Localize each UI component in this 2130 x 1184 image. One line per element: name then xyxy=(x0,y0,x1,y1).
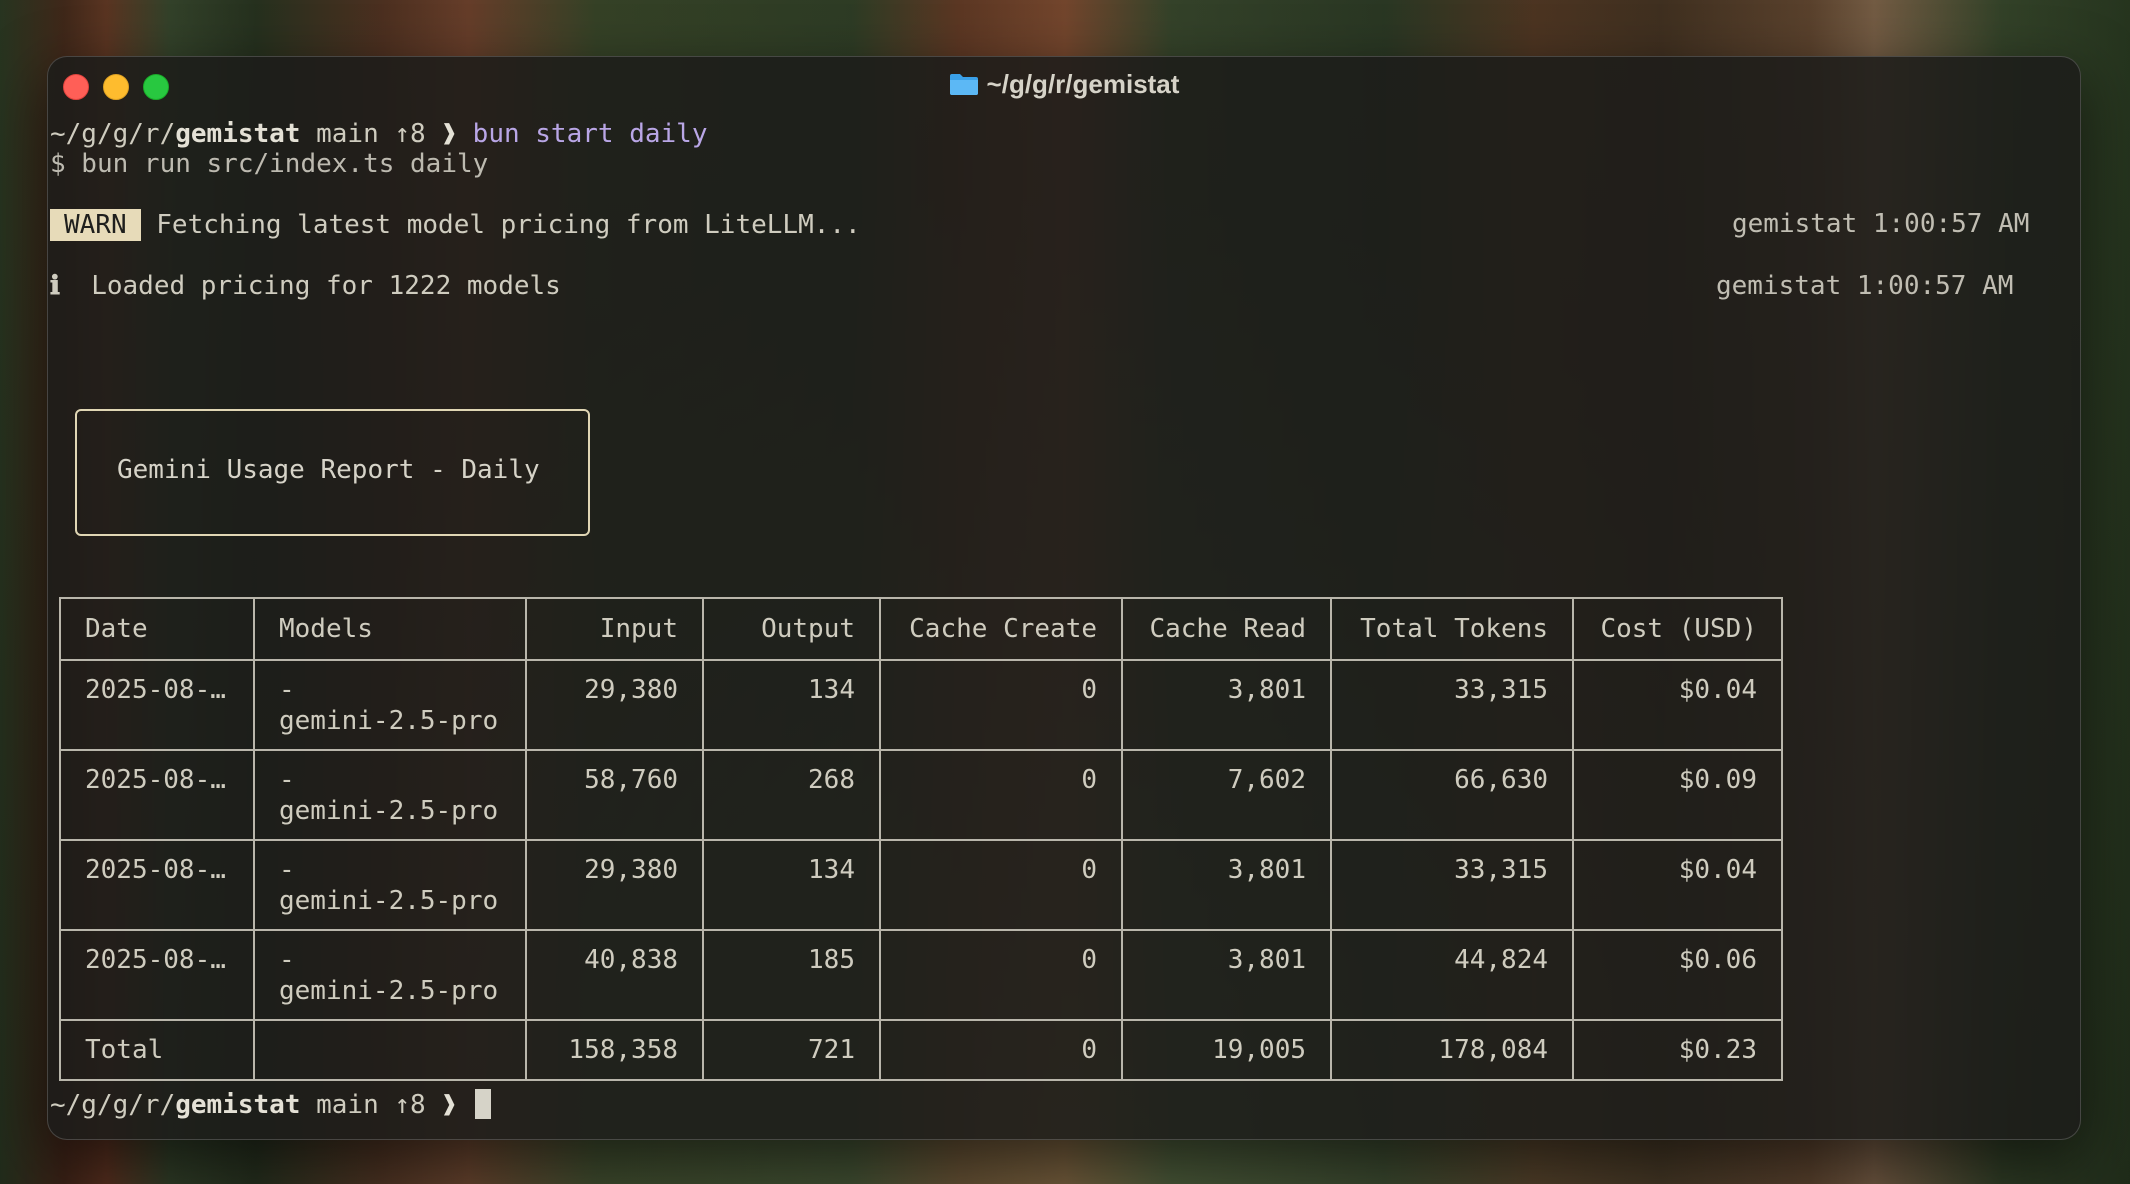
table-row: 2025-08-… - gemini-2.5-pro 29,380 134 0 3… xyxy=(59,659,1783,751)
cell-total-output: 721 xyxy=(702,1019,881,1081)
table-row: 2025-08-… - gemini-2.5-pro 58,760 268 0 7… xyxy=(59,749,1783,841)
prompt-line-current[interactable]: ~/g/g/r/gemistat main ↑8 ❱ xyxy=(50,1089,491,1121)
cell-date: 2025-08-… xyxy=(59,929,255,1021)
report-title: Gemini Usage Report - Daily xyxy=(117,455,540,485)
cell-input: 58,760 xyxy=(525,749,704,841)
cell-output: 185 xyxy=(702,929,881,1021)
exec-line: $ bun run src/index.ts daily xyxy=(50,149,489,179)
cell-cache-create: 0 xyxy=(879,929,1123,1021)
cell-cache-create: 0 xyxy=(879,659,1123,751)
text-cursor xyxy=(474,1089,491,1119)
cell-total-tokens: 33,315 xyxy=(1330,839,1574,931)
cell-cache-read: 3,801 xyxy=(1121,839,1332,931)
cell-cache-read: 7,602 xyxy=(1121,749,1332,841)
cell-input: 40,838 xyxy=(525,929,704,1021)
cell-models: - gemini-2.5-pro xyxy=(253,749,527,841)
prompt-arrow: ❱ xyxy=(441,119,458,149)
prompt-dir: gemistat xyxy=(175,119,301,149)
model-dash: - xyxy=(279,945,295,975)
warn-timestamp: gemistat 1:00:57 AM xyxy=(1732,209,2030,239)
cell-total-cost: $0.23 xyxy=(1572,1019,1783,1081)
prompt-line: ~/g/g/r/gemistat main ↑8 ❱ bun start dai… xyxy=(50,119,707,150)
cell-cost: $0.04 xyxy=(1572,839,1783,931)
cell-total-cache-create: 0 xyxy=(879,1019,1123,1081)
warn-badge: WARN xyxy=(50,209,141,241)
info-icon: ℹ xyxy=(50,271,60,301)
cell-date: 2025-08-… xyxy=(59,749,255,841)
cell-total-tokens: 33,315 xyxy=(1330,659,1574,751)
prompt-branch: main ↑8 xyxy=(300,119,442,149)
cell-models: - gemini-2.5-pro xyxy=(253,659,527,751)
prompt-command: bun start daily xyxy=(457,119,708,149)
table-row: 2025-08-… - gemini-2.5-pro 40,838 185 0 3… xyxy=(59,929,1783,1021)
cell-cache-create: 0 xyxy=(879,749,1123,841)
model-name: gemini-2.5-pro xyxy=(279,796,499,826)
cell-cache-read: 3,801 xyxy=(1121,929,1332,1021)
cell-cache-read: 3,801 xyxy=(1121,659,1332,751)
terminal-window[interactable]: ~/g/g/r/gemistat ~/g/g/r/gemistat main ↑… xyxy=(47,56,2081,1140)
table-row: 2025-08-… - gemini-2.5-pro 29,380 134 0 3… xyxy=(59,839,1783,931)
cell-output: 134 xyxy=(702,659,881,751)
window-title-text: ~/g/g/r/gemistat xyxy=(986,69,1180,99)
window-title: ~/g/g/r/gemistat xyxy=(48,69,2080,100)
title-bar[interactable]: ~/g/g/r/gemistat xyxy=(48,57,2080,113)
cell-cost: $0.06 xyxy=(1572,929,1783,1021)
cell-total-tokens: 44,824 xyxy=(1330,929,1574,1021)
warn-line: WARN Fetching latest model pricing from … xyxy=(50,209,861,241)
cell-total-input: 158,358 xyxy=(525,1019,704,1081)
model-name: gemini-2.5-pro xyxy=(279,706,499,736)
header-date: Date xyxy=(59,597,255,661)
info-message: Loaded pricing for 1222 models xyxy=(91,271,561,301)
cell-date: 2025-08-… xyxy=(59,659,255,751)
cell-input: 29,380 xyxy=(525,839,704,931)
cell-cost: $0.09 xyxy=(1572,749,1783,841)
cell-input: 29,380 xyxy=(525,659,704,751)
prompt-branch: main ↑8 xyxy=(300,1090,442,1120)
header-cache-read: Cache Read xyxy=(1121,597,1332,661)
cell-cache-create: 0 xyxy=(879,839,1123,931)
warn-message: Fetching latest model pricing from LiteL… xyxy=(156,210,861,240)
header-cache-create: Cache Create xyxy=(879,597,1123,661)
folder-icon xyxy=(949,74,978,95)
table-total-row: Total 158,358 721 0 19,005 178,084 $0.23 xyxy=(59,1019,1783,1081)
cell-total-cache-read: 19,005 xyxy=(1121,1019,1332,1081)
model-name: gemini-2.5-pro xyxy=(279,886,499,916)
cell-models: - gemini-2.5-pro xyxy=(253,839,527,931)
cell-total-label: Total xyxy=(59,1019,255,1081)
model-dash: - xyxy=(279,855,295,885)
cell-total-models xyxy=(253,1019,527,1081)
terminal-content[interactable]: ~/g/g/r/gemistat main ↑8 ❱ bun start dai… xyxy=(50,119,2080,1120)
cell-cost: $0.04 xyxy=(1572,659,1783,751)
header-total-tokens: Total Tokens xyxy=(1330,597,1574,661)
info-timestamp: gemistat 1:00:57 AM xyxy=(1716,271,2014,301)
model-dash: - xyxy=(279,765,295,795)
cell-date: 2025-08-… xyxy=(59,839,255,931)
header-output: Output xyxy=(702,597,881,661)
prompt-dir: gemistat xyxy=(175,1090,301,1120)
cell-output: 268 xyxy=(702,749,881,841)
cell-total-tokens: 66,630 xyxy=(1330,749,1574,841)
cell-models: - gemini-2.5-pro xyxy=(253,929,527,1021)
model-dash: - xyxy=(279,675,295,705)
header-cost: Cost (USD) xyxy=(1572,597,1783,661)
prompt-path: ~/g/g/r/ xyxy=(50,1090,176,1120)
table-header-row: Date Models Input Output Cache Create Ca… xyxy=(59,597,1783,661)
header-models: Models xyxy=(253,597,527,661)
prompt-path: ~/g/g/r/ xyxy=(50,119,176,149)
header-input: Input xyxy=(525,597,704,661)
usage-table: Date Models Input Output Cache Create Ca… xyxy=(59,597,1783,1081)
cell-total-tokens: 178,084 xyxy=(1330,1019,1574,1081)
prompt-arrow: ❱ xyxy=(441,1090,458,1120)
report-title-box: Gemini Usage Report - Daily xyxy=(75,409,590,536)
cell-output: 134 xyxy=(702,839,881,931)
model-name: gemini-2.5-pro xyxy=(279,976,499,1006)
info-line: ℹ Loaded pricing for 1222 models xyxy=(50,271,561,302)
